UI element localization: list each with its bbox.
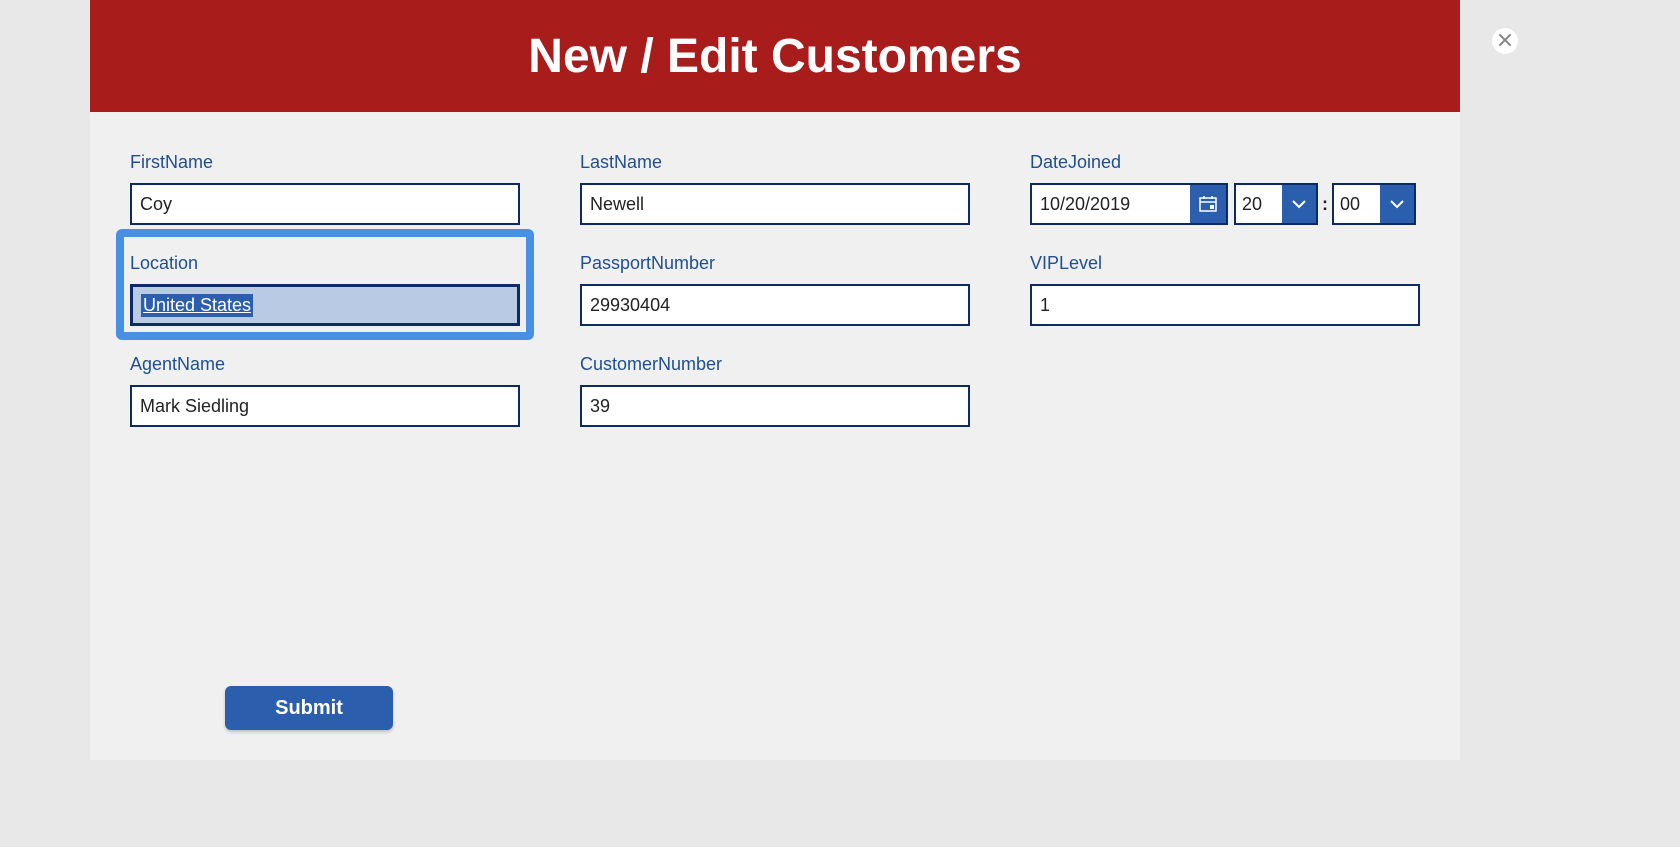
firstname-label: FirstName (130, 152, 520, 173)
lastname-input[interactable] (580, 183, 970, 225)
location-input[interactable]: United States (130, 284, 520, 326)
form-panel: New / Edit Customers FirstName LastName … (90, 0, 1460, 760)
location-field-group: Location United States (130, 253, 520, 326)
passportnumber-label: PassportNumber (580, 253, 970, 274)
customernumber-label: CustomerNumber (580, 354, 970, 375)
hour-value: 20 (1236, 185, 1282, 223)
lastname-label: LastName (580, 152, 970, 173)
page-container: New / Edit Customers FirstName LastName … (0, 0, 1680, 847)
passportnumber-field-group: PassportNumber (580, 253, 970, 326)
minute-value: 00 (1334, 185, 1380, 223)
close-button[interactable] (1492, 28, 1518, 54)
firstname-field-group: FirstName (130, 152, 520, 225)
time-separator: : (1322, 194, 1328, 215)
chevron-down-icon[interactable] (1380, 185, 1414, 223)
chevron-down-icon[interactable] (1282, 185, 1316, 223)
agentname-input[interactable] (130, 385, 520, 427)
lastname-field-group: LastName (580, 152, 970, 225)
date-input-wrap[interactable] (1030, 183, 1228, 225)
location-value-selected: United States (141, 294, 253, 317)
header-bar: New / Edit Customers (90, 0, 1460, 112)
page-title: New / Edit Customers (528, 29, 1021, 84)
datejoined-row: 20 : 00 (1030, 183, 1420, 225)
customernumber-field-group: CustomerNumber (580, 354, 970, 427)
form-body: FirstName LastName DateJoined (90, 112, 1460, 457)
viplevel-input[interactable] (1030, 284, 1420, 326)
agentname-label: AgentName (130, 354, 520, 375)
close-icon (1499, 33, 1511, 50)
minute-dropdown[interactable]: 00 (1332, 183, 1416, 225)
hour-dropdown[interactable]: 20 (1234, 183, 1318, 225)
calendar-icon[interactable] (1190, 185, 1226, 223)
submit-button[interactable]: Submit (225, 686, 393, 730)
customernumber-input[interactable] (580, 385, 970, 427)
datejoined-label: DateJoined (1030, 152, 1420, 173)
viplevel-field-group: VIPLevel (1030, 253, 1420, 326)
location-label: Location (130, 253, 520, 274)
datejoined-field-group: DateJoined (1030, 152, 1420, 225)
date-input[interactable] (1032, 185, 1190, 223)
firstname-input[interactable] (130, 183, 520, 225)
agentname-field-group: AgentName (130, 354, 520, 427)
viplevel-label: VIPLevel (1030, 253, 1420, 274)
passportnumber-input[interactable] (580, 284, 970, 326)
